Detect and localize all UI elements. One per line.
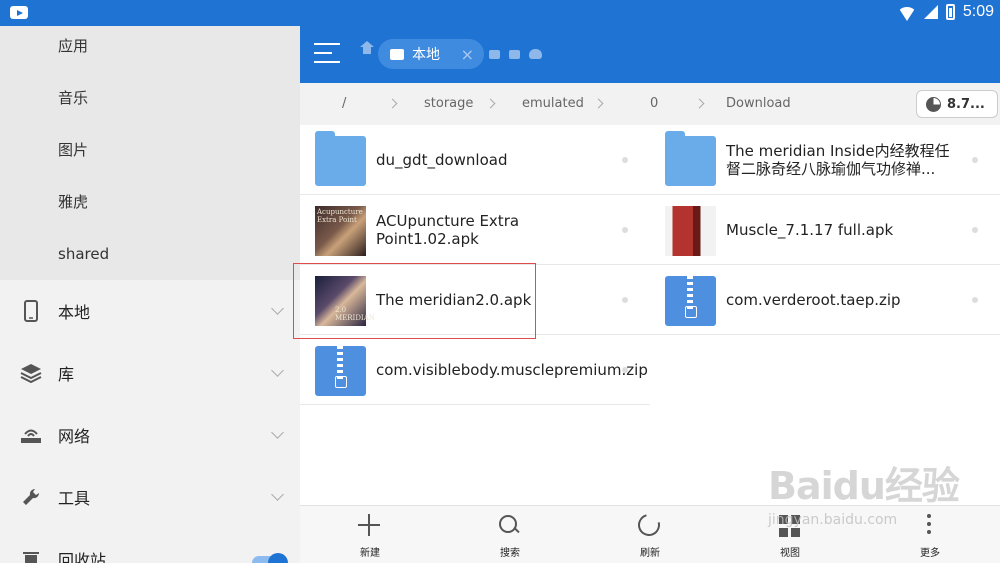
folder-icon [315,131,366,186]
crumb-emulated[interactable]: emulated [522,96,584,111]
layers-icon [20,362,42,384]
drawer-item-label: 回收站 [58,551,107,563]
folder-icon [665,131,716,186]
new-label: 新建 [360,548,380,559]
view-label: 视图 [780,548,800,559]
pie-chart-icon [926,96,941,112]
submenu-item-shared[interactable]: shared [0,234,300,286]
menu-icon[interactable] [314,43,340,65]
drawer-submenu: 应用 音乐 图片 雅虎 shared [0,26,300,280]
submenu-item-music[interactable]: 音乐 [0,78,300,130]
home-icon[interactable] [360,41,374,59]
chevron-right-icon [593,98,604,109]
thumbnail-text: Acupuncture Extra Point [317,208,363,224]
list-item[interactable]: The meridian Inside内经教程任督二脉奇经八脉瑜伽气功修禅... [650,125,1000,195]
file-name: com.visiblebody.musclepremium.zip [376,361,648,379]
cell-signal-icon [923,5,938,19]
select-dot[interactable] [972,297,978,303]
file-name: ACUpuncture Extra Point1.02.apk [376,212,520,248]
drawer-item-local[interactable]: 本地 [0,280,300,342]
list-item[interactable]: Acupuncture Extra Point ACUpuncture Extr… [300,195,650,265]
battery-icon [945,4,955,20]
list-item[interactable]: com.verderoot.taep.zip [650,265,1000,335]
select-dot[interactable] [622,227,628,233]
storage-usage-button[interactable]: 8.7... [916,90,998,118]
drawer-item-label: 网络 [58,427,91,446]
youtube-notification-icon [10,6,28,19]
crumb-0[interactable]: 0 [650,96,658,111]
breadcrumb: / storage emulated 0 Download 8.7... [300,83,1000,125]
submenu-item-pictures[interactable]: 图片 [0,130,300,182]
status-bar: 5:09 [0,0,1000,26]
chevron-down-icon[interactable] [271,426,284,439]
app-bar: 本地 × [300,26,1000,83]
storage-label: 8.7... [947,96,985,112]
tab-local[interactable]: 本地 × [378,39,484,69]
baidu-watermark-url: jingyan.baidu.com [768,512,898,528]
file-name: Muscle_7.1.17 full.apk [726,221,894,239]
drawer-item-recycle-bin[interactable]: 回收站 [0,528,300,563]
file-name: The meridian Inside内经教程任督二脉奇经八脉瑜伽气功修禅... [726,142,950,178]
refresh-button[interactable]: 刷新 [580,506,720,564]
file-name: du_gdt_download [376,151,508,169]
crumb-root[interactable]: / [342,96,346,111]
wifi-icon [897,6,916,21]
window-tab-icon[interactable] [489,50,500,59]
recycle-bin-toggle[interactable] [252,553,288,563]
select-dot[interactable] [622,297,628,303]
drawer-item-label: 库 [58,365,75,384]
chevron-down-icon[interactable] [271,302,284,315]
refresh-icon [633,509,665,541]
select-dot[interactable] [622,157,628,163]
window-tab-icon[interactable] [509,50,520,59]
cloud-icon[interactable] [529,49,542,59]
trash-icon [20,548,42,563]
zip-file-icon [665,276,716,326]
search-icon [498,514,520,536]
drawer-item-tools[interactable]: 工具 [0,466,300,528]
apk-thumbnail: Acupuncture Extra Point [315,206,366,256]
chevron-right-icon [485,98,496,109]
folder-tab-icon [390,48,404,60]
tab-label: 本地 [412,47,440,63]
list-item[interactable]: Muscle_7.1.17 full.apk [650,195,1000,265]
chevron-right-icon [694,98,705,109]
navigation-drawer: 应用 音乐 图片 雅虎 shared 本地 库 网络 工具 回收站 [0,26,300,563]
more-label: 更多 [920,548,940,559]
file-name: com.verderoot.taep.zip [726,291,901,309]
crumb-storage[interactable]: storage [424,96,473,111]
close-icon[interactable]: × [461,45,474,64]
chevron-right-icon [387,98,398,109]
drawer-item-network[interactable]: 网络 [0,404,300,466]
zip-file-icon [315,346,366,396]
list-item[interactable]: du_gdt_download [300,125,650,195]
drawer-item-label: 工具 [58,489,91,508]
router-icon [20,424,42,446]
plus-icon [358,514,380,536]
drawer-item-label: 本地 [58,303,91,322]
wrench-icon [20,486,42,508]
search-button[interactable]: 搜索 [440,506,580,564]
search-label: 搜索 [500,548,520,559]
apk-thumbnail [665,206,716,256]
drawer-item-library[interactable]: 库 [0,342,300,404]
select-dot[interactable] [972,157,978,163]
baidu-watermark: Baidu经验 [768,464,960,508]
select-dot[interactable] [972,227,978,233]
chevron-down-icon[interactable] [271,488,284,501]
phone-icon [20,300,42,322]
clock: 5:09 [962,3,994,20]
status-indicators: 5:09 [897,3,994,21]
submenu-item-apps[interactable]: 应用 [0,26,300,78]
more-vert-icon [918,514,940,536]
new-button[interactable]: 新建 [300,506,440,564]
refresh-label: 刷新 [640,548,660,559]
submenu-item-yahoo[interactable]: 雅虎 [0,182,300,234]
crumb-download[interactable]: Download [726,96,791,111]
selection-highlight-box [293,263,536,339]
list-item[interactable]: com.visiblebody.musclepremium.zip [300,335,650,405]
select-dot[interactable] [622,367,628,373]
chevron-down-icon[interactable] [271,364,284,377]
